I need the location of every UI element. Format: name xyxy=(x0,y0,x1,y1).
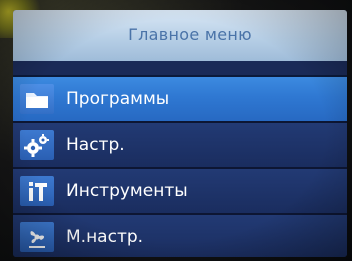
menu-item-machine-settings[interactable]: М.настр. xyxy=(13,213,347,257)
tools-icon xyxy=(20,176,54,206)
gears-icon xyxy=(20,130,54,160)
menu-item-tools[interactable]: Инструменты xyxy=(13,167,347,213)
menu-item-programs[interactable]: Программы xyxy=(13,75,347,121)
menu-item-label: Настр. xyxy=(66,135,125,155)
menu-item-label: Программы xyxy=(66,89,170,109)
menu-item-label: М.настр. xyxy=(66,227,144,247)
main-menu: Программы Настр. Инструменты М.настр. xyxy=(13,61,347,257)
folder-icon xyxy=(20,84,54,114)
screen-title: Главное меню xyxy=(128,25,252,44)
title-bar: Главное меню xyxy=(13,10,347,61)
lcd-screen: Главное меню Программы Настр. Инструмент… xyxy=(13,10,347,257)
menu-item-label: Инструменты xyxy=(66,181,188,201)
menu-item-settings[interactable]: Настр. xyxy=(13,121,347,167)
fan-icon xyxy=(20,222,54,252)
